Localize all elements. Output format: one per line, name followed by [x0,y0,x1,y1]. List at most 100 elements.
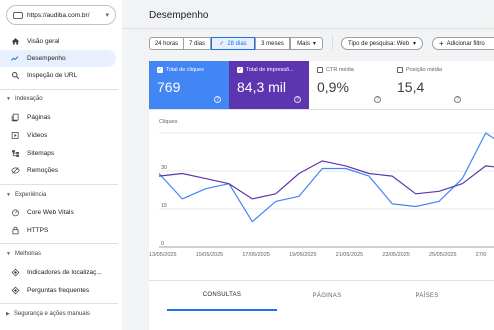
sidebar-item-sitemaps[interactable]: Sitemaps [0,145,116,162]
diamond-icon [10,286,20,296]
sidebar-item-overview[interactable]: Visão geral [0,33,116,50]
results-tabs: CONSULTAS PÁGINAS PAÍSES [149,280,494,330]
metric-label: Total de impressõ... [246,67,294,73]
chip-label: 24 horas [154,40,179,47]
sidebar-item-label: Inspeção de URL [27,72,78,79]
tab-queries[interactable]: CONSULTAS [167,281,277,311]
metric-label: CTR média [326,67,354,73]
add-filter-button[interactable]: + Adicionar filtro [432,37,494,50]
sidebar-item-label: Visão geral [27,38,60,45]
range-7d-button[interactable]: 7 dias [183,37,211,50]
sidebar-item-faq[interactable]: Perguntas frequentes [0,282,116,299]
sidebar-item-videos[interactable]: Vídeos [0,127,116,144]
sidebar-item-core-web-vitals[interactable]: Core Web Vitals [0,204,116,221]
sidebar-item-label: Indicadores de localizaç... [27,269,102,276]
chip-label: 7 dias [188,40,205,47]
x-tick-label: 21/05/2025 [336,252,364,258]
checkbox-unchecked-icon [397,67,403,73]
video-icon [10,131,20,141]
metric-value: 15,4 [397,79,425,95]
search-icon [10,71,20,81]
section-title: Segurança e ações manuais [13,311,90,317]
sidebar-item-performance[interactable]: Desempenho [0,50,116,67]
tab-label: PAÍSES [415,293,439,299]
chevron-down-icon: ▾ [413,41,417,47]
metric-total-impressions[interactable]: ✓ Total de impressõ... 84,3 mil ? [229,61,309,109]
range-24h-button[interactable]: 24 horas [149,37,184,50]
clicks-chart: 0 15 30 13/05/2025 15/05/2025 17/05/2025 19/05… [149,119,494,279]
chip-label: Mais [297,40,310,47]
metric-value: 769 [157,79,181,95]
sitemap-icon [10,149,20,159]
x-tick-label: 23/05/2025 [382,252,410,258]
chip-label: 28 dias [227,40,247,47]
checkbox-unchecked-icon [317,67,323,73]
range-more-button[interactable]: Mais ▾ [290,37,323,50]
chevron-down-icon: ▾ [312,41,316,47]
sidebar-item-breadcrumbs[interactable]: Indicadores de localizaç... [0,264,116,281]
tab-countries[interactable]: PAÍSES [377,281,477,311]
sidebar-item-label: Core Web Vitals [27,209,74,216]
lock-icon [10,226,20,236]
sidebar-item-label: Vídeos [27,132,48,139]
removal-icon [10,166,20,176]
section-enhancements-toggle[interactable]: ▼ Melhorias [6,251,41,257]
sidebar-divider [0,303,118,304]
sidebar-item-pages[interactable]: Páginas [0,109,116,126]
sidebar-divider [0,89,118,90]
tab-pages[interactable]: PÁGINAS [277,281,377,311]
sidebar-item-removals[interactable]: Remoções [0,162,116,179]
x-tick-label: 27/0 [476,252,487,258]
metric-average-position[interactable]: Posição média 15,4 ? [389,61,469,109]
range-3m-button[interactable]: 3 meses [255,37,290,50]
section-security-toggle[interactable]: ▶ Segurança e ações manuais [6,311,90,317]
help-icon[interactable]: ? [294,96,301,103]
metric-total-clicks[interactable]: ✓ Total de cliques 769 ? [149,61,229,109]
metric-average-ctr[interactable]: CTR média 0,9% ? [309,61,389,109]
performance-card: ✓ Total de cliques 769 ? ✓ Total de impres… [149,61,494,280]
x-tick-label: 19/05/2025 [289,252,317,258]
checkbox-checked-icon: ✓ [237,67,243,73]
metric-divider [149,109,494,110]
page-title: Desempenho [149,10,209,21]
range-28d-button[interactable]: ✓ 28 dias [211,37,255,50]
sidebar-item-label: Remoções [27,167,59,174]
sidebar-item-https[interactable]: HTTPS [0,222,116,239]
property-url: https://audiba.com.br/ [27,11,90,19]
x-tick-label: 13/05/2025 [149,252,177,258]
section-title: Experiência [14,192,47,198]
y-tick-label: 30 [161,165,167,171]
metric-value: 0,9% [317,79,349,95]
property-selector[interactable]: https://audiba.com.br/ ▾ [6,5,116,25]
section-title: Indexação [14,96,43,102]
chip-label: Adicionar filtro [446,40,485,47]
section-indexing-toggle[interactable]: ▼ Indexação [6,96,43,102]
y-tick-label: 0 [161,241,164,247]
gauge-icon [10,208,20,218]
triangle-down-icon: ▼ [6,96,11,102]
search-type-filter[interactable]: Tipo de pesquisa: Web ▾ [341,37,424,50]
help-icon[interactable]: ? [214,96,221,103]
toolbar-separator [332,36,333,51]
checkbox-checked-icon: ✓ [157,67,163,73]
impressions-series-line [158,160,494,200]
y-axis-title: Cliques [159,119,178,125]
site-favicon-icon [13,11,23,19]
pages-icon [10,113,20,123]
triangle-down-icon: ▼ [6,251,11,257]
main-content: Desempenho 24 horas 7 dias ✓ 28 dias 3 m… [122,0,494,330]
x-tick-label: 17/05/2025 [242,252,270,258]
help-icon[interactable]: ? [374,96,381,103]
chip-label: Tipo de pesquisa: Web [348,40,410,47]
triangle-down-icon: ▼ [6,192,11,198]
header-divider [122,28,494,29]
section-title: Melhorias [14,251,41,257]
y-tick-label: 15 [161,203,167,209]
sidebar-item-label: Sitemaps [27,150,55,157]
sidebar-divider [0,184,118,185]
diamond-icon [10,268,20,278]
tab-label: CONSULTAS [202,292,242,298]
help-icon[interactable]: ? [454,96,461,103]
sidebar-item-url-inspection[interactable]: Inspeção de URL [0,67,116,84]
section-experience-toggle[interactable]: ▼ Experiência [6,192,46,198]
